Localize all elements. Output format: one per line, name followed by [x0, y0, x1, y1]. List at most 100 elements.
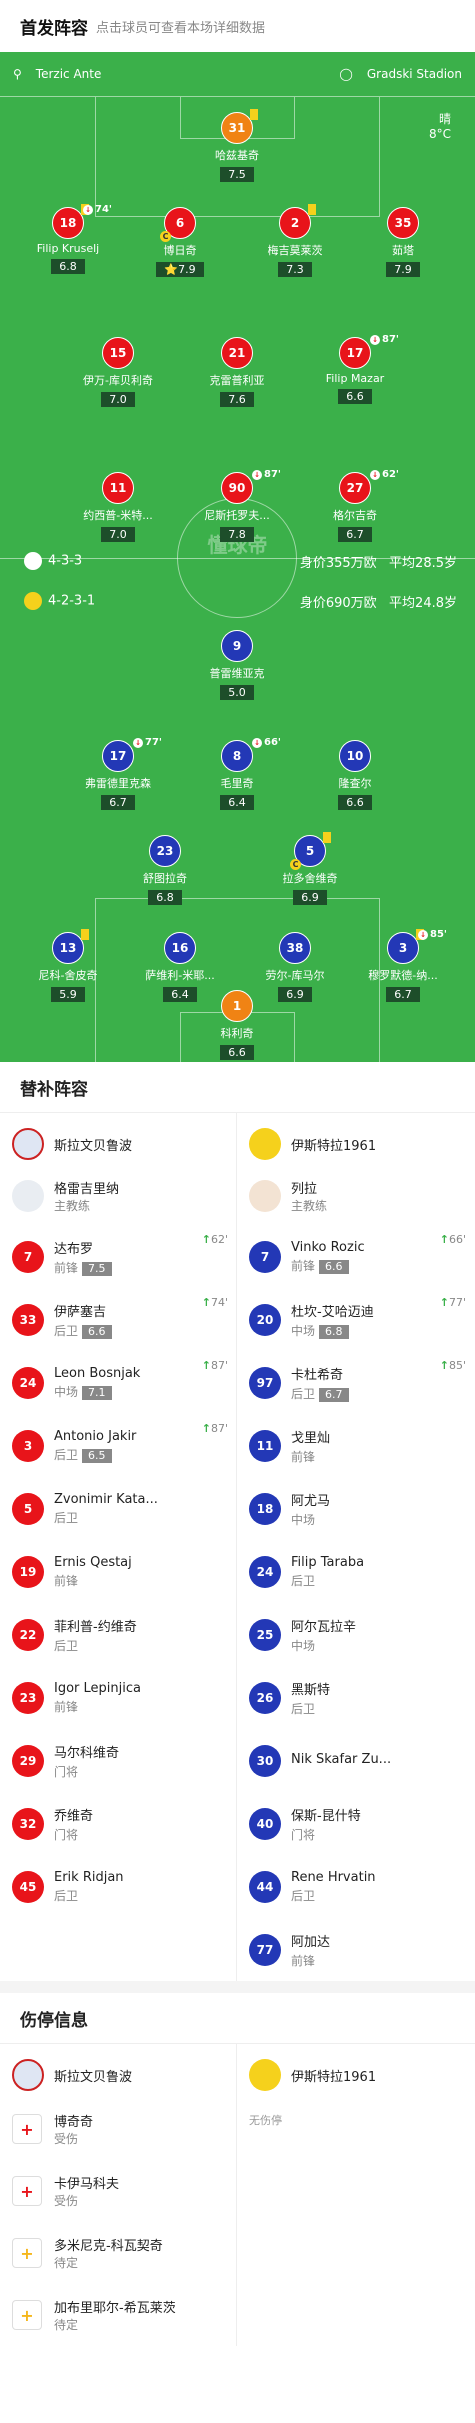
sub-player-row[interactable]: 22 菲利普-约维奇 后卫 — [0, 1603, 236, 1666]
player-name: 萨维利-米耶... — [145, 969, 215, 982]
home-injury-team-row[interactable]: 斯拉文贝鲁波 — [0, 2052, 236, 2098]
home-player[interactable]: 90 ↓ 87' 尼斯托罗夫... 7.8 — [190, 469, 284, 542]
sub-player-row[interactable]: 24 Leon Bosnjak 中场 7.1 ↑87' — [0, 1351, 236, 1414]
doubtful-icon: + — [12, 2238, 42, 2268]
player-rating: 6.7 — [319, 1387, 349, 1402]
home-player[interactable]: 21 克雷普利亚 7.6 — [190, 337, 284, 407]
jersey-number: 16 — [164, 932, 196, 964]
jersey-number: 15 — [102, 337, 134, 369]
away-player[interactable]: 3 ↓ 85' 穆罗默德-纳... 6.7 — [356, 929, 450, 1002]
player-name: 博奇奇 — [54, 2115, 94, 2130]
player-name: 乔维奇 — [54, 1808, 94, 1824]
player-position: 前锋 6.6 — [291, 1257, 441, 1274]
player-position: 前锋 — [54, 1573, 79, 1588]
away-player[interactable]: 1 科利奇 6.6 — [190, 990, 284, 1060]
player-name: 穆罗默德-纳... — [368, 969, 438, 982]
away-player[interactable]: 23 舒图拉奇 6.8 — [118, 835, 212, 905]
sub-player-row[interactable]: 30 Nik Skafar Zu... — [237, 1729, 474, 1792]
sub-player-row[interactable]: 11 戈里灿 前锋 — [237, 1414, 474, 1477]
sub-player-row[interactable]: 3 Antonio Jakir 后卫 6.5 ↑87' — [0, 1414, 236, 1477]
away-player[interactable]: 9 普雷维亚克 5.0 — [190, 630, 284, 700]
player-name: 伊万-库贝利奇 — [83, 374, 153, 387]
jersey-number: 31 — [221, 109, 258, 144]
home-player[interactable]: 18 ↓ 74' Filip Kruselj 6.8 — [21, 204, 115, 274]
away-injuries: 伊斯特拉1961 无伤停 — [237, 2044, 474, 2346]
home-player[interactable]: 35 茹塔 7.9 — [356, 207, 450, 277]
player-name: 劳尔-库马尔 — [265, 969, 325, 982]
player-rating: 7.3 — [278, 262, 312, 277]
away-player[interactable]: 8 ↓ 66' 毛里奇 6.4 — [190, 737, 284, 810]
away-team-logo — [249, 1128, 281, 1160]
home-player[interactable]: 2 梅吉莫莱茨 7.3 — [248, 204, 342, 277]
away-team-row[interactable]: 伊斯特拉1961 — [237, 1121, 474, 1167]
sub-player-row[interactable]: 44 Rene Hrvatin 后卫 — [237, 1855, 474, 1918]
yellow-card-icon — [81, 929, 89, 940]
jersey-number: 33 — [12, 1303, 44, 1336]
player-name: Filip Kruselj — [36, 242, 100, 255]
sub-player-row[interactable]: 33 伊萨塞吉 后卫 6.6 ↑74' — [0, 1288, 236, 1351]
sub-player-row[interactable]: 7 Vinko Rozic 前锋 6.6 ↑66' — [237, 1225, 474, 1288]
player-rating: 6.6 — [338, 389, 372, 404]
no-injuries-text: 无伤停 — [249, 2114, 282, 2127]
player-rating: 6.6 — [338, 795, 372, 810]
sub-player-row[interactable]: 18 阿尤马 中场 — [237, 1477, 474, 1540]
yellow-card-icon — [250, 109, 258, 120]
yellow-card-icon — [308, 204, 316, 215]
home-manager[interactable]: 格雷吉里纳 主教练 — [0, 1167, 236, 1225]
player-name: 黑斯特 — [291, 1682, 331, 1698]
sub-in-icon: ↑ — [439, 1359, 449, 1372]
player-name: 杜坎-艾哈迈迪 — [291, 1304, 374, 1320]
player-name: 达布罗 — [54, 1241, 94, 1257]
home-player[interactable]: 31 哈兹基奇 7.5 — [190, 109, 284, 182]
sub-player-row[interactable]: 29 马尔科维奇 门将 — [0, 1729, 236, 1792]
injury-row[interactable]: + 加布里耶尔-希瓦莱茨 待定 — [0, 2284, 236, 2346]
home-team-logo — [24, 552, 42, 570]
sub-player-row[interactable]: 7 达布罗 前锋 7.5 ↑62' — [0, 1225, 236, 1288]
home-player[interactable]: 17 ↓ 87' Filip Mazar 6.6 — [308, 334, 402, 404]
sub-player-row[interactable]: 26 黑斯特 后卫 — [237, 1666, 474, 1729]
sub-player-row[interactable]: 20 杜坎-艾哈迈迪 中场 6.8 ↑77' — [237, 1288, 474, 1351]
player-position: 中场 — [291, 1638, 316, 1653]
sub-player-row[interactable]: 40 保斯-昆什特 门将 — [237, 1792, 474, 1855]
sub-player-row[interactable]: 97 卡杜希奇 后卫 6.7 ↑85' — [237, 1351, 474, 1414]
stadium-icon: ◯ — [339, 67, 353, 81]
home-team-row[interactable]: 斯拉文贝鲁波 — [0, 1121, 236, 1167]
jersey-number: 44 — [249, 1870, 281, 1903]
away-injury-team-row[interactable]: 伊斯特拉1961 — [237, 2052, 474, 2098]
away-player[interactable]: 17 ↓ 77' 弗雷德里克森 6.7 — [71, 737, 165, 810]
sub-player-row[interactable]: 77 阿加达 前锋 — [237, 1918, 474, 1981]
away-player[interactable]: 5 C 拉多舍维奇 6.9 — [263, 832, 357, 905]
sub-player-row[interactable]: 5 Zvonimir Kata... 后卫 — [0, 1477, 236, 1540]
pitch: ⚲ Terzic Ante ◯ Gradski Stadion 晴 8°C 懂球帝 4… — [0, 52, 475, 1062]
injury-row[interactable]: + 多米尼克-科瓦契奇 待定 — [0, 2222, 236, 2284]
sub-arrow-icon: ↓ — [370, 334, 380, 345]
sub-player-row[interactable]: 23 Igor Lepinjica 前锋 — [0, 1666, 236, 1729]
injury-row[interactable]: + 卡伊马科夫 受伤 — [0, 2160, 236, 2222]
away-player[interactable]: 13 尼科-舍皮奇 5.9 — [21, 929, 115, 1002]
sub-player-row[interactable]: 24 Filip Taraba 后卫 — [237, 1540, 474, 1603]
away-player[interactable]: 10 隆查尔 6.6 — [308, 740, 402, 810]
sub-player-row[interactable]: 45 Erik Ridjan 后卫 — [0, 1855, 236, 1918]
player-position: 中场 7.1 — [54, 1383, 204, 1400]
home-player[interactable]: 27 ↓ 62' 格尔吉奇 6.7 — [308, 469, 402, 542]
stadium-name: Gradski Stadion — [366, 67, 462, 81]
home-player[interactable]: 15 伊万-库贝利奇 7.0 — [71, 337, 165, 407]
home-player[interactable]: 6 C 博日奇 ⭐7.9 — [133, 207, 227, 277]
jersey-number: 40 — [249, 1807, 281, 1840]
jersey-number: 23 — [149, 835, 181, 867]
sub-player-row[interactable]: 32 乔维奇 门将 — [0, 1792, 236, 1855]
jersey-number: 7 — [249, 1240, 281, 1273]
player-position: 门将 — [54, 1764, 79, 1779]
player-name: Nik Skafar Zu... — [291, 1752, 392, 1767]
injury-icon: + — [12, 2176, 42, 2206]
sub-player-row[interactable]: 25 阿尔瓦拉辛 中场 — [237, 1603, 474, 1666]
player-position: 后卫 — [291, 1573, 316, 1588]
sub-player-row[interactable]: 19 Ernis Qestaj 前锋 — [0, 1540, 236, 1603]
jersey-number: 13 — [52, 929, 89, 964]
home-formation-row: 4-3-3 身价355万欧 平均28.5岁 — [24, 552, 457, 571]
player-rating: 6.6 — [319, 1259, 349, 1274]
away-formation-row: 4-2-3-1 身价690万欧 平均24.8岁 — [24, 592, 457, 611]
injury-row[interactable]: + 博奇奇 受伤 — [0, 2098, 236, 2160]
away-manager[interactable]: 列拉 主教练 — [237, 1167, 474, 1225]
home-player[interactable]: 11 约西普-米特... 7.0 — [71, 472, 165, 542]
